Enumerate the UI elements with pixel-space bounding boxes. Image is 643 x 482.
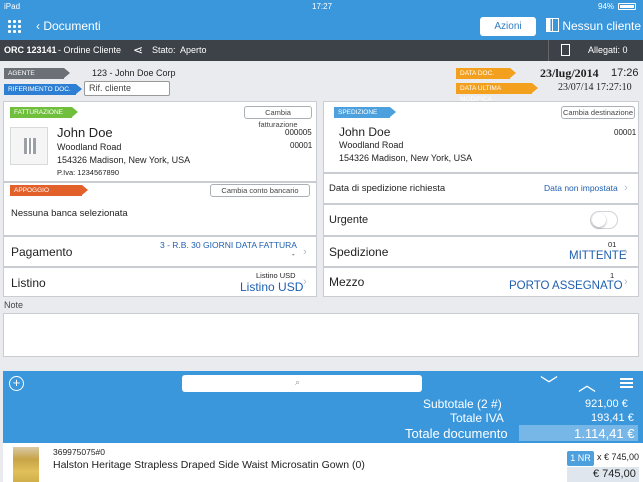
add-icon[interactable]: + [9, 376, 24, 391]
agent-tag: AGENTE [4, 68, 70, 79]
billing-panel[interactable]: FATTURAZIONE Cambia fatturazione John Do… [3, 101, 317, 182]
attachments-count[interactable]: Allegati: 0 [588, 45, 628, 55]
status-label: Stato: [152, 45, 176, 55]
order-type: - Ordine Cliente [58, 45, 122, 55]
chevron-left-icon: ‹ [36, 19, 40, 33]
reference-tag: RIFERIMENTO DOC. [4, 84, 82, 95]
search-icon: ⌕ [295, 377, 301, 387]
carrier-code: 1 [610, 271, 615, 280]
subtotal-value: 921,00 € [585, 398, 628, 410]
price-list-row[interactable]: Listino Listino USD Listino USD › [3, 267, 317, 297]
notes-label: Note [4, 300, 24, 310]
grid-menu-icon[interactable] [8, 20, 22, 33]
product-image [13, 447, 39, 482]
total-label: Totale documento [405, 426, 508, 441]
shipping-method-row[interactable]: Spedizione 01 MITTENTE › [323, 236, 639, 267]
list-item[interactable]: 369975075#0 Halston Heritage Strapless D… [3, 443, 643, 482]
billing-city: 154326 Madison, New York, USA [57, 155, 191, 165]
subtotal-label: Subtotale (2 #) [423, 397, 502, 411]
shipping-code: 00001 [614, 128, 637, 137]
change-destination-button[interactable]: Cambia destinazione [561, 106, 635, 119]
shipping-date-value: Data non impostata [544, 183, 618, 193]
agent-value[interactable]: 123 - John Doe Corp [92, 68, 176, 78]
shipping-tag: SPEDIZIONE [334, 107, 396, 118]
price-list-small: Listino USD [256, 271, 296, 280]
shipping-method-code: 01 [608, 240, 617, 249]
order-bar: ORC 123141 - Ordine Cliente ⋖ Stato: Ape… [0, 40, 643, 61]
last-modified-tag: DATA ULTIMA MODIFICA [456, 83, 538, 103]
billing-tag: FATTURAZIONE [10, 107, 78, 118]
item-name: Halston Heritage Strapless Draped Side W… [53, 459, 365, 471]
chevron-up-icon[interactable]: ︿ [578, 371, 596, 397]
last-modified-value: 23/07/14 17:27:10 [558, 82, 632, 93]
price-list-value: Listino USD [240, 280, 304, 294]
billing-code: 000005 [285, 128, 312, 137]
change-bank-button[interactable]: Cambia conto bancario [210, 184, 310, 197]
billing-subcode: 00001 [290, 141, 313, 150]
chevron-right-icon: › [303, 276, 307, 288]
back-button[interactable]: ‹ Documenti [36, 19, 101, 33]
change-billing-button[interactable]: Cambia fatturazione [244, 106, 312, 129]
item-code: 369975075#0 [53, 447, 106, 457]
payment-row[interactable]: Pagamento 3 - R.B. 30 GIORNI DATA FATTUR… [3, 236, 317, 267]
shipping-method-label: Spedizione [329, 245, 389, 259]
order-code: ORC 123141 [4, 45, 57, 55]
billing-street: Woodland Road [57, 142, 122, 152]
building-icon [10, 127, 48, 165]
shipping-date-label: Data di spedizione richiesta [329, 183, 446, 194]
building-icon [546, 18, 559, 32]
chevron-right-icon: › [303, 246, 307, 258]
carrier-label: Mezzo [329, 275, 365, 289]
shipping-city: 154326 Madison, New York, USA [339, 153, 473, 163]
nav-bar: ‹ Documenti Azioni Nessun cliente [0, 13, 643, 40]
totals-area: + ⌕ ﹀ ︿ Subtotale (2 #) 921,00 € Totale … [3, 371, 643, 443]
total-value: 1.114,41 € [574, 426, 635, 441]
shipping-address-panel[interactable]: SPEDIZIONE Cambia destinazione John Doe … [323, 101, 639, 173]
item-quantity[interactable]: 1 NR [567, 451, 594, 466]
device-name: iPad [4, 2, 21, 11]
billing-vat: P.Iva: 1234567890 [57, 168, 120, 177]
battery-icon [618, 3, 636, 10]
chevron-right-icon: › [624, 276, 628, 288]
share-icon[interactable]: ⋖ [133, 43, 143, 57]
vat-value: 193,41 € [591, 412, 634, 424]
status-bar: iPad 17:27 94% [0, 0, 643, 13]
search-input[interactable]: ⌕ [182, 375, 422, 392]
payment-value: 3 - R.B. 30 GIORNI DATA FATTURA [160, 240, 297, 250]
carrier-row[interactable]: Mezzo 1 PORTO ASSEGNATO › [323, 267, 639, 297]
urgent-label: Urgente [329, 214, 369, 226]
urgent-row: Urgente [323, 204, 639, 236]
item-total: € 745,00 [593, 468, 636, 480]
item-unit-price: x € 745,00 [597, 452, 640, 462]
payment-label: Pagamento [11, 245, 73, 259]
customer-reference-input[interactable]: Rif. cliente [84, 81, 170, 96]
battery-level: 94% [598, 2, 615, 11]
document-icon[interactable] [561, 44, 570, 56]
notes-input[interactable] [3, 313, 639, 357]
doc-time[interactable]: 17:26 [611, 67, 639, 79]
bank-panel[interactable]: APPOGGIO BANCARIO Cambia conto bancario … [3, 182, 317, 236]
carrier-value: PORTO ASSEGNATO [509, 280, 623, 292]
doc-date-tag: DATA DOC. [456, 68, 516, 79]
urgent-toggle[interactable] [590, 211, 618, 229]
azioni-button[interactable]: Azioni [480, 17, 536, 36]
clock: 17:27 [312, 2, 333, 11]
chevron-down-icon[interactable]: ﹀ [540, 371, 558, 397]
price-list-label: Listino [11, 276, 46, 290]
bank-tag: APPOGGIO BANCARIO [10, 185, 88, 205]
shipping-name: John Doe [339, 125, 391, 139]
chevron-right-icon: › [624, 246, 628, 258]
shipping-method-value: MITTENTE [569, 250, 627, 262]
menu-icon[interactable] [620, 378, 633, 388]
bank-value: Nessuna banca selezionata [11, 208, 128, 219]
billing-name: John Doe [57, 125, 113, 140]
doc-date[interactable]: 23/lug/2014 [540, 66, 599, 81]
shipping-date-row[interactable]: Data di spedizione richiesta Data non im… [323, 173, 639, 204]
vat-label: Totale IVA [450, 411, 504, 425]
shipping-street: Woodland Road [339, 140, 404, 150]
chevron-right-icon: › [624, 182, 628, 194]
status-value[interactable]: Aperto [180, 45, 207, 55]
customer-button[interactable]: Nessun cliente [546, 18, 641, 33]
payment-sub: - [292, 250, 295, 259]
